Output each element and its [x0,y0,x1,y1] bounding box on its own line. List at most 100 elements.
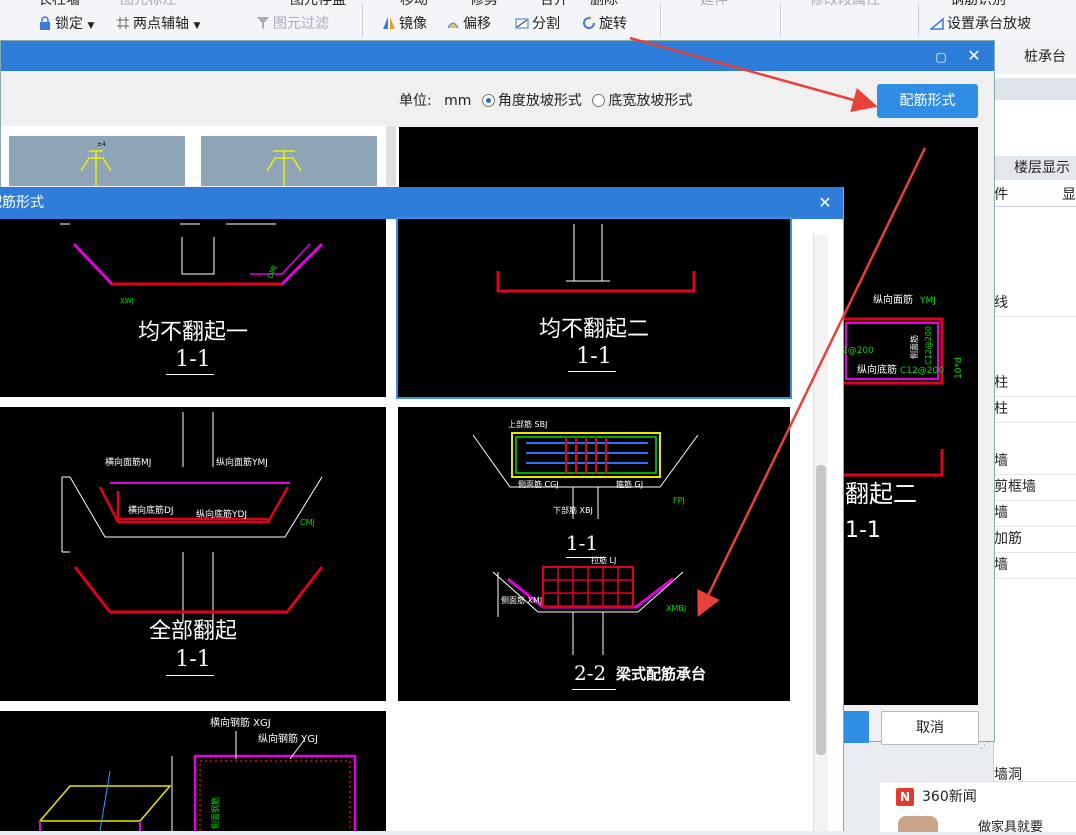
list-item[interactable]: 墙 [994,552,1076,579]
unit-value: mm [444,93,472,109]
underline [166,675,214,676]
offset-button[interactable]: 偏移 [446,15,491,33]
lock-dropdown[interactable]: 锁定 ▼ [38,15,94,33]
svg-text:±4: ±4 [97,141,106,148]
news-snippet: 做家具就要 [978,820,1044,835]
option-full-bend[interactable]: 横向面筋MJ 纵向面筋YMJ 横向底筋DJ 纵向底筋YDJ CMJ 全部翻起 1… [0,407,386,701]
option-section-2: 2-2 [574,661,607,685]
toolbar-item-delete[interactable]: 删除 [590,0,618,9]
list-item[interactable]: 线 [994,290,1076,317]
scrollbar-thumb[interactable] [816,465,826,755]
mirror-button[interactable]: 镜像 [382,15,427,33]
option-section: 1-1 [576,344,612,369]
option-no-bend-2[interactable]: 均不翻起二 1-1 [396,217,792,399]
option-3d-style[interactable]: 横向钢筋 XGJ 纵向钢筋 YGJ 侧面钢筋 [0,711,386,831]
radio-angle-slope[interactable] [481,94,495,107]
rotate-button[interactable]: 旋转 [582,15,627,33]
tab-pile-cap[interactable]: 桩承台二 [994,40,1076,99]
preview-top-rebar: 纵向面筋 [873,293,913,306]
toolbar-item-long-column[interactable]: 长柱墙 [38,0,80,9]
filter-button[interactable]: 图元过滤 [256,15,329,33]
toolbar-item-move[interactable]: 移动 [400,0,428,9]
toolbar-item-merge[interactable]: 合并 [540,0,568,9]
preview-bottom-code: C12@200 [900,366,944,376]
list-item[interactable]: 墙 [994,448,1076,475]
list-item[interactable]: 加筋 [994,526,1076,553]
set-pile-cap-slope-button[interactable]: 设置承台放坡 [928,15,1031,33]
list-item[interactable]: 墙 [994,500,1076,527]
option-title: 梁式配筋承台 [616,665,707,683]
dialog-title: 配筋形式 [0,195,44,211]
mark: 纵向钢筋 YGJ [258,732,318,745]
radio-angle-label[interactable]: 角度放坡形式 [498,93,582,109]
mark: 横向钢筋 XGJ [210,716,271,729]
maximize-button[interactable]: ▢ [926,41,956,72]
option-no-bend-1[interactable]: XWJ DMJ 均不翻起一 1-1 [0,219,386,397]
toolbar-divider [918,4,919,36]
news-logo-icon: N [896,788,914,806]
preview-side-dim: C12@200 [924,326,933,365]
mark: 纵向底筋YDJ [196,508,247,520]
underline [166,374,214,375]
close-button[interactable]: ✕ [810,187,840,219]
preview-side-rebar: 侧面筋 [909,335,919,359]
underline [572,689,616,690]
list-item[interactable]: 柱 [994,396,1076,423]
toolbar-item-extend[interactable]: 延伸 [700,0,728,9]
dialog-scrollbar[interactable] [813,235,828,831]
offset-icon [446,16,460,30]
mark: 下部筋 XBJ [553,505,593,515]
mark: 横向底筋DJ [128,504,174,516]
rebar-form-button[interactable]: 配筋形式 [877,84,978,118]
dialog-titlebar: ▢ ✕ [1,41,994,71]
preview-bottom-rebar: 纵向底筋 [857,363,897,376]
unit-label: 单位: [399,93,432,109]
axis-icon [116,16,130,30]
close-button[interactable]: ✕ [959,41,989,71]
floor-display-button[interactable]: 楼层显示 [994,156,1076,180]
rebar-options-grid: XWJ DMJ 均不翻起一 1-1 均不翻起二 1-1 横向面筋MJ 纵向面筋Y… [0,217,813,831]
chevron-down-icon: ▼ [87,21,95,31]
ok-button[interactable] [843,711,869,743]
option-section: 1-1 [175,347,211,372]
list-item[interactable]: 柱 [994,370,1076,397]
toolbar-item-rebar-recog[interactable]: 钢筋识别 [950,0,1006,9]
radio-width-label[interactable]: 底宽放坡形式 [608,93,692,109]
list-item[interactable]: 剪框墙 [994,474,1076,501]
mark: 横向面筋MJ [105,456,151,468]
radio-width-slope[interactable] [592,94,606,107]
toolbar-item-save[interactable]: 图元存盘 [290,0,346,9]
dialog-titlebar: 配筋形式 ✕ [0,187,843,219]
unit-row: 单位: mm 角度放坡形式 底宽放坡形式 [399,91,692,111]
preview-top-code: YMJ [919,296,936,306]
properties-panel: 桩承台二 楼层显示 件显 线 柱 柱 墙 剪框墙 墙 加筋 墙 墙洞 [993,40,1076,831]
option-beam-style[interactable]: 上部筋 SBJ 侧面筋 CGJ 箍筋 GJ 下部筋 XBJ FPJ 拉筋 LJ … [398,407,790,701]
news-widget[interactable]: N 360新闻 做家具就要 [880,781,1076,835]
rebar-form-dialog: 配筋形式 ✕ XWJ DMJ 均不翻起一 1-1 [0,187,844,831]
mark: 侧面钢筋 [210,797,220,829]
toolbar-item-seg-prop[interactable]: 修改段属性 [810,0,880,9]
preview-section: 1-1 [845,518,881,543]
toolbar-divider [780,4,781,36]
mark: FPJ [673,496,685,505]
preview-dim2: 2@200 [842,346,874,356]
close-icon: ✕ [818,193,832,212]
split-icon [515,16,529,30]
resize-grip-icon[interactable]: ⋰ [980,741,992,753]
toolbar-item-annotate[interactable]: 图元标注 [120,0,176,9]
option-section: 1-1 [175,647,211,672]
thumbnail-option[interactable] [201,136,377,186]
slope-icon [928,16,944,30]
mark: 侧面筋 XMJ [501,595,542,605]
thumbnail-option[interactable]: ±4 [9,136,185,186]
cancel-button[interactable]: 取消 [881,711,979,745]
mark: CMJ [300,518,315,527]
news-thumbnail [898,816,938,832]
option-title: 全部翻起 [148,619,237,644]
mark-xwj: XWJ [120,297,134,305]
split-button[interactable]: 分割 [515,15,560,33]
toolbar-item-trim[interactable]: 修剪 [470,0,498,9]
thumbnail-scrollbar[interactable] [386,126,396,186]
lock-icon [38,16,52,30]
two-point-axis-dropdown[interactable]: 两点辅轴 ▼ [116,15,200,33]
